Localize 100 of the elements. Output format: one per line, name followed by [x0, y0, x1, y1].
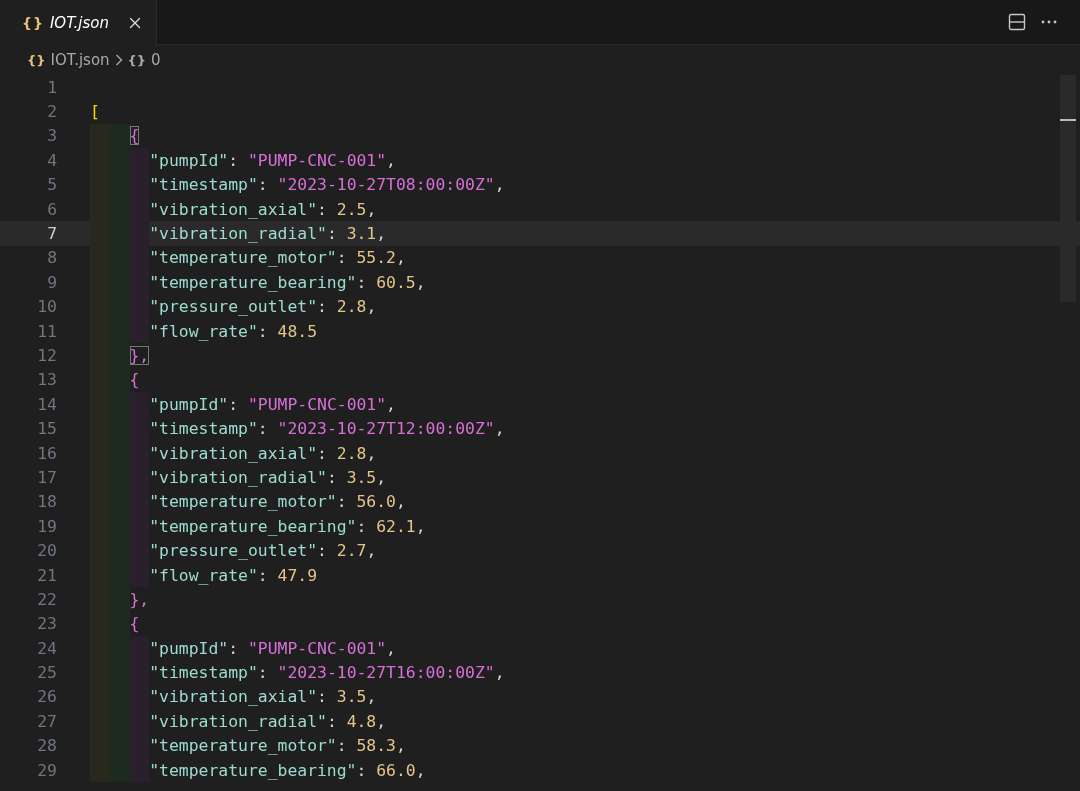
code-token: "pressure_outlet" [149, 297, 317, 317]
code-token: : [257, 175, 268, 195]
code-token: : [356, 516, 367, 536]
code-token: , [366, 687, 377, 707]
line-number: 11 [36, 321, 57, 341]
code-token: 3.5 [336, 687, 367, 707]
code-token: : [257, 321, 268, 341]
code-token: : [336, 736, 347, 756]
code-token: "timestamp" [149, 663, 258, 683]
code-token: 58.3 [356, 736, 396, 756]
code-token: { [129, 126, 140, 146]
line-number: 8 [46, 248, 57, 268]
code-token: , [494, 663, 505, 683]
code-token: : [336, 248, 347, 268]
code-token: "timestamp" [149, 175, 258, 195]
code-token: 3.5 [346, 467, 377, 487]
code-token: "2023-10-27T08:00:00Z" [277, 175, 495, 195]
code-token: "temperature_motor" [149, 492, 337, 512]
code-token: 47.9 [277, 565, 318, 585]
code-token: , [376, 711, 387, 731]
code-token: "flow_rate" [149, 565, 258, 585]
code-token: "2023-10-27T12:00:00Z" [277, 419, 495, 439]
code-token: , [366, 297, 377, 317]
code-token: 56.0 [356, 492, 396, 512]
line-number: 18 [36, 492, 57, 512]
line-number: 3 [46, 126, 57, 146]
indent-guide [109, 123, 130, 149]
code-token: 2.7 [336, 541, 367, 561]
code-token: 62.1 [376, 516, 416, 536]
line-number: 24 [36, 638, 57, 658]
code-token: : [228, 394, 239, 414]
code-token: "temperature_bearing" [149, 760, 357, 780]
line-number: 29 [36, 760, 57, 780]
code-token: "PUMP-CNC-001" [247, 394, 387, 414]
editor-tab[interactable]: {} IOT.json [0, 0, 157, 45]
code-token: , [366, 443, 377, 463]
code-token: : [326, 467, 337, 487]
code-token: : [228, 638, 239, 658]
code-token: , [386, 150, 396, 170]
code-token: 66.0 [376, 760, 416, 780]
code-token: "timestamp" [149, 419, 258, 439]
code-token: : [257, 565, 268, 585]
code-token: "pumpId" [149, 638, 229, 658]
breadcrumb-item[interactable]: IOT.json [50, 51, 110, 69]
line-number: 14 [36, 394, 57, 414]
tab-title: IOT.json [49, 13, 110, 32]
code-token: "vibration_axial" [149, 443, 317, 463]
code-token: }, [129, 589, 150, 609]
more-icon[interactable] [1040, 19, 1058, 25]
code-token: "flow_rate" [149, 321, 258, 341]
code-token: 48.5 [277, 321, 318, 341]
line-number: 10 [36, 297, 57, 317]
line-number: 9 [46, 272, 57, 292]
line-number: 28 [36, 736, 57, 756]
code-token: : [257, 419, 268, 439]
line-number: 20 [36, 541, 57, 561]
line-number: 5 [46, 175, 57, 195]
code-token: 2.5 [336, 199, 367, 219]
code-token: : [356, 760, 367, 780]
code-token: , [494, 175, 505, 195]
code-token: : [317, 541, 327, 561]
code-token: "2023-10-27T16:00:00Z" [277, 663, 495, 683]
code-token: "vibration_radial" [149, 467, 327, 487]
code-token: , [366, 199, 377, 219]
code-token: , [386, 394, 396, 414]
code-token: , [366, 541, 377, 561]
breadcrumb-item[interactable]: 0 [151, 51, 161, 69]
scrollbar-thumb[interactable] [1060, 75, 1076, 302]
code-token: , [415, 272, 426, 292]
code-token: "pumpId" [149, 394, 229, 414]
line-number: 15 [36, 419, 57, 439]
code-token: "temperature_motor" [149, 736, 337, 756]
code-token: : [317, 687, 327, 707]
code-token: : [326, 224, 337, 244]
code-token: , [386, 638, 396, 658]
code-token: "temperature_bearing" [149, 272, 357, 292]
line-number: 19 [36, 516, 57, 536]
line-number: 26 [36, 687, 57, 707]
code-token: : [317, 443, 327, 463]
line-number: 16 [36, 443, 57, 463]
line-number: 22 [36, 589, 57, 609]
code-token: : [317, 199, 327, 219]
code-token: , [376, 467, 387, 487]
code-token: { [129, 370, 140, 390]
cursor-marker [1060, 119, 1076, 121]
code-token: : [228, 150, 239, 170]
code-token: : [356, 272, 367, 292]
line-number: 1 [46, 77, 57, 97]
json-file-icon: {} [27, 52, 46, 68]
code-token: }, [129, 346, 150, 365]
line-number: 7 [46, 224, 57, 244]
code-token: { [129, 614, 140, 634]
code-token: "vibration_axial" [149, 199, 317, 219]
code-token: : [336, 492, 347, 512]
code-token: "temperature_motor" [149, 248, 337, 268]
code-token: 60.5 [376, 272, 416, 292]
split-editor-icon[interactable] [1008, 13, 1026, 31]
code-token: , [376, 224, 387, 244]
line-number: 17 [36, 467, 57, 487]
code-token: : [326, 711, 337, 731]
